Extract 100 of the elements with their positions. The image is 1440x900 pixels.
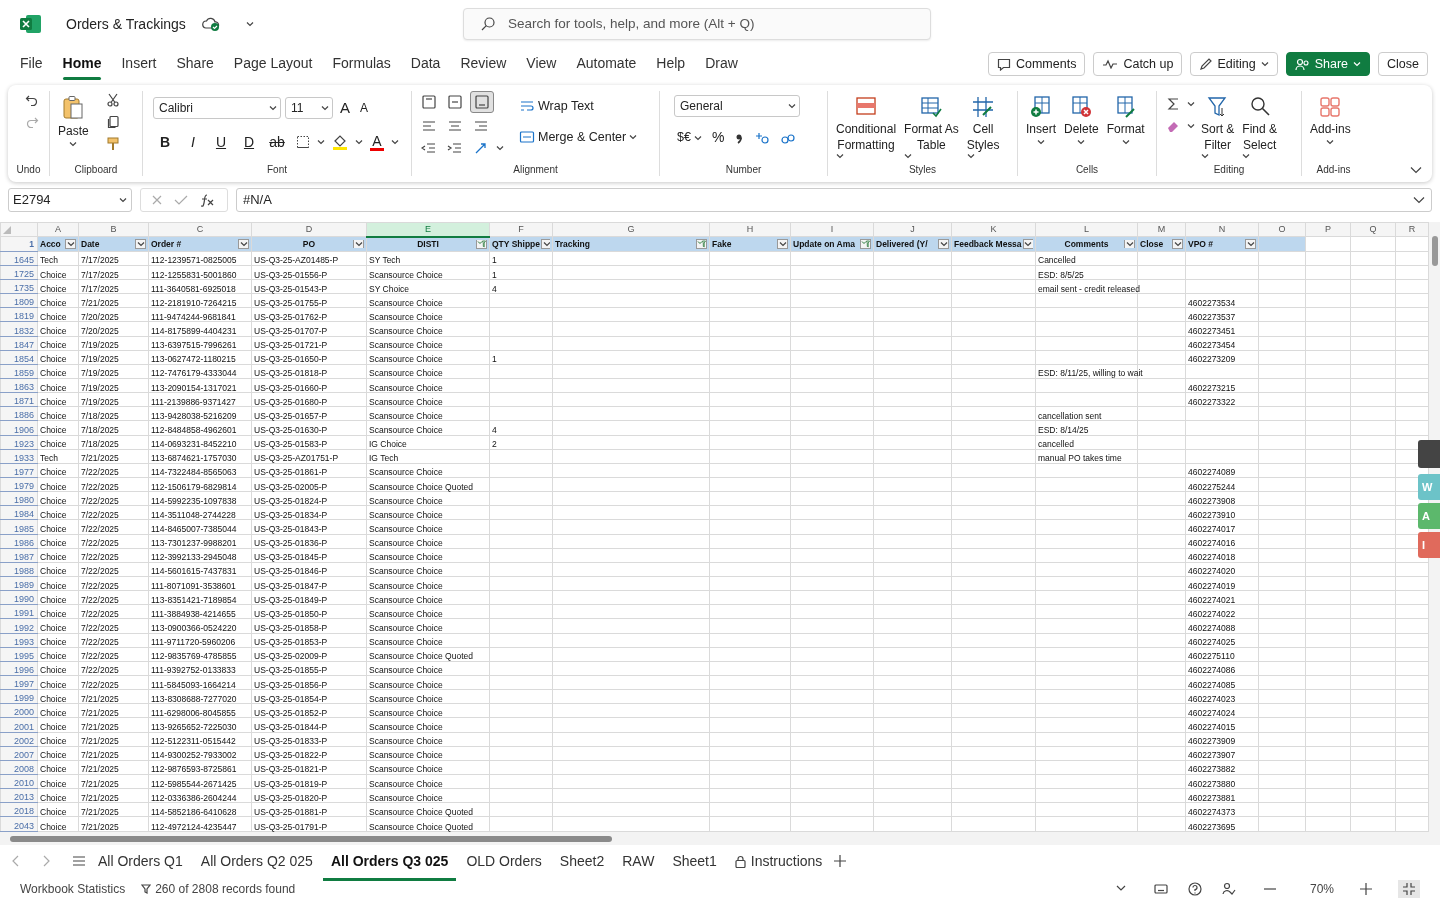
collapse-ribbon-button[interactable] (1408, 164, 1424, 176)
search-field[interactable]: Search for tools, help, and more (Alt + Q) (506, 12, 906, 36)
font-name-field[interactable]: Calibri (153, 97, 281, 120)
wrap-text-button[interactable]: Wrap Text (516, 95, 641, 118)
column-letter[interactable]: I (790, 222, 874, 237)
column-letter[interactable]: F (489, 222, 553, 237)
find-select-button[interactable]: Find & Select (1240, 91, 1280, 163)
column-letter[interactable]: A (37, 222, 79, 237)
filter-button[interactable] (541, 239, 550, 250)
column-letter[interactable]: B (78, 222, 149, 237)
sheet-tab[interactable]: Instructions (726, 845, 831, 877)
menu-tab[interactable]: Formulas (322, 49, 401, 79)
italic-button[interactable]: I (181, 129, 205, 155)
zoom-in-button[interactable] (1358, 880, 1374, 897)
menu-tab[interactable]: Draw (695, 49, 748, 79)
column-letter[interactable]: E (366, 222, 490, 237)
merge-center-button[interactable]: Merge & Center (516, 125, 641, 149)
filter-button[interactable] (476, 240, 487, 249)
format-as-table-button[interactable]: Format As Table (902, 91, 961, 163)
horizontal-scrollbar[interactable] (0, 832, 1440, 845)
menu-tab[interactable]: View (516, 49, 567, 79)
sheet-tab[interactable]: Sheet1 (664, 845, 725, 877)
menu-tab[interactable]: Page Layout (223, 49, 323, 79)
share-button[interactable]: Share (1285, 52, 1371, 76)
strikethrough-button[interactable]: ab (265, 129, 289, 155)
column-letter[interactable]: R (1395, 222, 1429, 237)
column-letter[interactable]: M (1137, 222, 1186, 237)
cell-styles-button[interactable]: Cell Styles (964, 91, 1002, 163)
filter-button[interactable] (65, 239, 76, 250)
lock-icon (734, 854, 746, 868)
filter-button[interactable] (1124, 239, 1135, 249)
column-letter[interactable]: H (709, 222, 791, 237)
sheet-tab[interactable]: All Orders Q1 (90, 845, 191, 877)
shrink-font-button[interactable]: A (357, 97, 372, 120)
column-letter[interactable]: G (552, 222, 710, 237)
help-button[interactable] (1185, 879, 1204, 898)
menu-tab[interactable]: Help (646, 49, 696, 79)
search-bar[interactable]: Search for tools, help, and more (Alt + Q) (463, 8, 931, 40)
menu-tab[interactable]: Automate (566, 49, 647, 79)
currency-button[interactable]: $€ (674, 126, 705, 149)
filter-button[interactable] (353, 239, 364, 249)
table-cell: 7/22/2025 (81, 495, 119, 506)
sheet-tab[interactable]: OLD Orders (458, 845, 550, 877)
column-letter[interactable]: C (148, 222, 252, 237)
percent-button[interactable]: % (708, 125, 728, 150)
editing-button[interactable]: Editing (1190, 52, 1278, 76)
filter-button[interactable] (696, 239, 707, 250)
format-cells-button[interactable]: Format (1104, 91, 1147, 149)
add-sheet-button[interactable] (832, 853, 849, 869)
font-size-field[interactable]: 11 (285, 97, 333, 120)
filter-button[interactable] (860, 239, 871, 250)
column-letter[interactable]: L (1035, 222, 1138, 237)
column-letter[interactable]: K (951, 222, 1036, 237)
formula-field[interactable]: #N/A (236, 188, 1432, 212)
menu-tab[interactable]: File (10, 49, 53, 79)
grow-font-button[interactable]: A (337, 95, 353, 122)
delete-cells-button[interactable]: Delete (1062, 91, 1101, 149)
filter-button[interactable] (777, 239, 788, 250)
menu-tab[interactable]: Data (400, 49, 451, 79)
menu-tab[interactable]: Insert (111, 49, 167, 79)
keyboard-button[interactable] (1151, 881, 1170, 896)
sheet-tab[interactable]: All Orders Q2 025 (192, 845, 321, 877)
bold-button[interactable]: B (153, 129, 177, 155)
column-letter[interactable]: N (1185, 222, 1259, 237)
zoom-out-button[interactable] (1261, 885, 1278, 892)
underline-button[interactable]: U (209, 129, 233, 155)
column-letter[interactable]: D (251, 222, 367, 237)
filter-button[interactable] (1022, 239, 1033, 250)
add-ins-button[interactable]: Add-ins (1308, 91, 1353, 149)
table-cell: US-Q3-25-01820-P (254, 792, 328, 803)
check-icon (174, 194, 188, 206)
column-letter[interactable]: J (873, 222, 952, 237)
all-sheets-button[interactable] (70, 853, 88, 869)
comments-button[interactable]: Comments (987, 52, 1086, 76)
filter-button[interactable] (1245, 239, 1256, 250)
menu-tab[interactable]: Share (166, 49, 224, 79)
catchup-button[interactable]: Catch up (1093, 52, 1183, 76)
filter-button[interactable] (135, 239, 146, 250)
align-bottom-button[interactable] (470, 91, 494, 113)
filter-button[interactable] (238, 239, 249, 250)
close-button[interactable]: Close (1378, 52, 1428, 76)
filter-button[interactable] (938, 239, 949, 250)
column-letter[interactable]: Q (1350, 222, 1396, 237)
menu-tab[interactable]: Home (52, 49, 112, 79)
sheet-tab[interactable]: RAW (614, 845, 663, 877)
number-format-field[interactable]: General (674, 95, 800, 117)
double-underline-button[interactable]: D (237, 129, 261, 155)
filter-button[interactable] (1172, 239, 1183, 250)
fit-button[interactable] (1398, 879, 1420, 898)
font-color-button[interactable]: A (367, 133, 387, 151)
workbook-statistics-link[interactable]: Workbook Statistics (20, 879, 126, 898)
sheet-tab[interactable]: Sheet2 (551, 845, 613, 877)
paste-button[interactable]: Paste (56, 91, 91, 151)
name-box[interactable]: E2794 (8, 188, 132, 212)
column-letter[interactable]: P (1305, 222, 1351, 237)
sort-filter-button[interactable]: Sort & Filter (1199, 91, 1237, 163)
insert-cells-button[interactable]: Insert (1024, 91, 1058, 149)
column-letter[interactable]: O (1258, 222, 1306, 237)
conditional-formatting-button[interactable]: Conditional Formatting (834, 91, 899, 163)
menu-tab[interactable]: Review (450, 49, 517, 79)
